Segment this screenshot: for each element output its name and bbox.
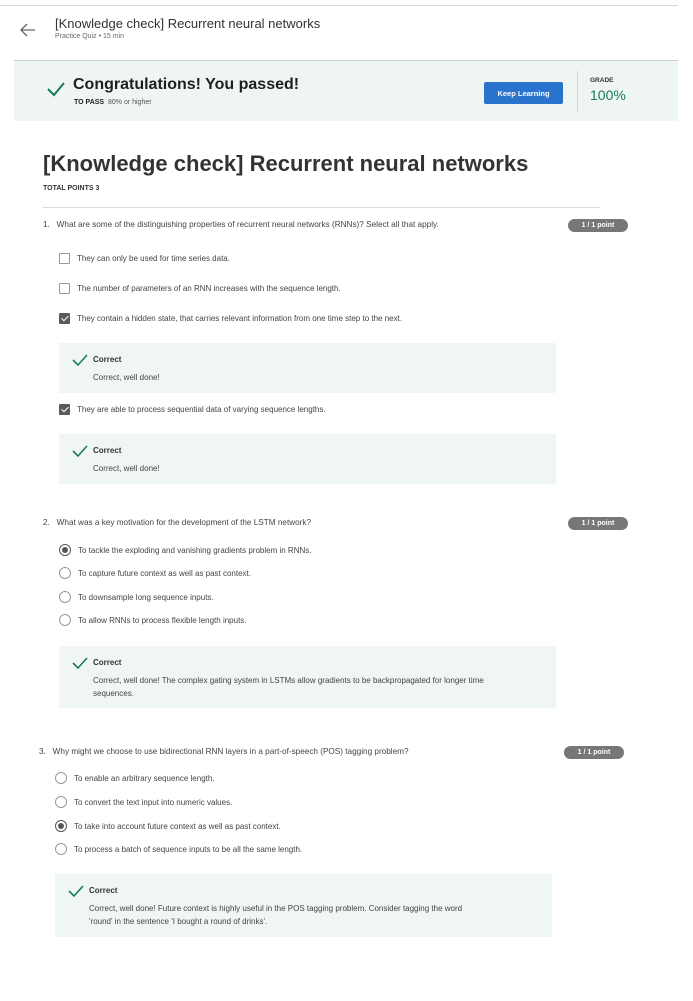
title-divider — [43, 207, 600, 208]
option-label: They can only be used for time series da… — [77, 253, 230, 263]
question-2-option-3[interactable]: To downsample long sequence inputs. — [59, 590, 214, 604]
question-1-option-1[interactable]: They can only be used for time series da… — [59, 251, 230, 265]
question-1-option-4[interactable]: They are able to process sequential data… — [59, 402, 326, 416]
feedback-text-line: Correct, well done! The complex gating s… — [93, 676, 484, 685]
grade-divider — [577, 71, 578, 112]
feedback-text: Correct, well done! — [93, 373, 160, 382]
to-pass-value: 80% or higher — [107, 99, 152, 106]
feedback-correct: Correct Correct, well done! The complex … — [59, 646, 556, 708]
question-3-option-3[interactable]: To take into account future context as w… — [55, 819, 281, 833]
points-badge: 1 / 1 point — [568, 517, 628, 530]
feedback-correct: Correct Correct, well done! Future conte… — [55, 874, 552, 937]
radio[interactable] — [55, 772, 67, 784]
option-label: The number of parameters of an RNN incre… — [77, 283, 341, 293]
question-3-option-4[interactable]: To process a batch of sequence inputs to… — [55, 842, 302, 856]
question-1-option-3[interactable]: They contain a hidden state, that carrie… — [59, 311, 402, 325]
to-pass-label: TO PASS — [74, 99, 105, 106]
question-2-option-4[interactable]: To allow RNNs to process flexible length… — [59, 613, 247, 627]
question-2-prompt: 2. What was a key motivation for the dev… — [43, 518, 311, 527]
checkbox[interactable] — [59, 282, 70, 294]
option-label: To capture future context as well as pas… — [78, 568, 251, 578]
feedback-text: Correct, well done! — [93, 464, 160, 473]
question-1-prompt: 1. What are some of the distinguishing p… — [43, 220, 439, 229]
question-2-option-1[interactable]: To tackle the exploding and vanishing gr… — [59, 543, 311, 557]
feedback-text-line: sequences. — [93, 689, 134, 698]
question-number: 2. — [43, 518, 50, 527]
feedback-title: Correct — [93, 658, 122, 667]
total-points: TOTAL POINTS 3 — [43, 185, 100, 192]
passed-banner: Congratulations! You passed! TO PASS 80%… — [14, 60, 678, 121]
question-3-prompt: 3. Why might we choose to use bidirectio… — [39, 747, 409, 756]
option-label: To allow RNNs to process flexible length… — [78, 615, 247, 625]
question-3-option-1[interactable]: To enable an arbitrary sequence length. — [55, 771, 215, 785]
grade-label: GRADE — [590, 77, 614, 84]
question-number: 3. — [39, 747, 46, 756]
feedback-title: Correct — [93, 446, 122, 455]
option-label: To downsample long sequence inputs. — [78, 592, 214, 602]
checkbox[interactable] — [59, 252, 70, 264]
points-badge: 1 / 1 point — [564, 746, 624, 759]
feedback-title: Correct — [89, 886, 118, 895]
option-label: To enable an arbitrary sequence length. — [74, 773, 215, 783]
checkmark-icon — [68, 885, 84, 898]
feedback-title: Correct — [93, 355, 122, 364]
checkmark-icon — [47, 82, 65, 97]
option-label: To convert the text input into numeric v… — [74, 797, 233, 807]
question-1-option-2[interactable]: The number of parameters of an RNN incre… — [59, 281, 341, 295]
checkmark-icon — [72, 445, 88, 458]
option-label: To process a batch of sequence inputs to… — [74, 844, 303, 854]
header-title: [Knowledge check] Recurrent neural netwo… — [55, 16, 321, 31]
feedback-text: Correct, well done! Future context is hi… — [89, 902, 462, 928]
keep-learning-button[interactable]: Keep Learning — [484, 82, 563, 104]
option-label: They contain a hidden state, that carrie… — [77, 313, 403, 323]
to-pass-info: TO PASS 80% or higher — [74, 99, 152, 106]
feedback-correct: Correct Correct, well done! — [59, 343, 556, 393]
feedback-text-line: Correct, well done! Future context is hi… — [89, 904, 463, 913]
points-badge: 1 / 1 point — [568, 219, 628, 232]
radio[interactable] — [55, 796, 67, 808]
feedback-text-line: 'round' in the sentence 'I bought a roun… — [89, 917, 268, 926]
question-text: Why might we choose to use bidirectional… — [52, 747, 409, 756]
checkbox-checked[interactable] — [59, 403, 70, 415]
checkmark-icon — [72, 657, 88, 670]
radio[interactable] — [55, 843, 67, 855]
option-label: They are able to process sequential data… — [77, 404, 326, 414]
grade-value: 100% — [590, 87, 626, 103]
checkmark-icon — [72, 354, 88, 367]
quiz-title: [Knowledge check] Recurrent neural netwo… — [43, 151, 529, 176]
header-subtitle: Practice Quiz • 15 min — [55, 33, 124, 40]
option-label: To take into account future context as w… — [74, 821, 281, 831]
feedback-text: Correct, well done! The complex gating s… — [93, 674, 484, 700]
radio-selected[interactable] — [59, 544, 71, 556]
question-text: What are some of the distinguishing prop… — [56, 220, 439, 229]
question-number: 1. — [43, 220, 50, 229]
option-label: To tackle the exploding and vanishing gr… — [78, 545, 312, 555]
question-text: What was a key motivation for the develo… — [56, 518, 312, 527]
radio-selected[interactable] — [55, 820, 67, 832]
question-3-option-2[interactable]: To convert the text input into numeric v… — [55, 795, 232, 809]
radio[interactable] — [59, 567, 71, 579]
radio[interactable] — [59, 614, 71, 626]
feedback-correct: Correct Correct, well done! — [59, 434, 556, 484]
quiz-header: [Knowledge check] Recurrent neural netwo… — [0, 6, 678, 60]
checkbox-checked[interactable] — [59, 312, 70, 324]
banner-title: Congratulations! You passed! — [73, 76, 300, 93]
question-2-option-2[interactable]: To capture future context as well as pas… — [59, 566, 251, 580]
radio[interactable] — [59, 591, 71, 603]
back-arrow-icon[interactable] — [18, 20, 38, 40]
